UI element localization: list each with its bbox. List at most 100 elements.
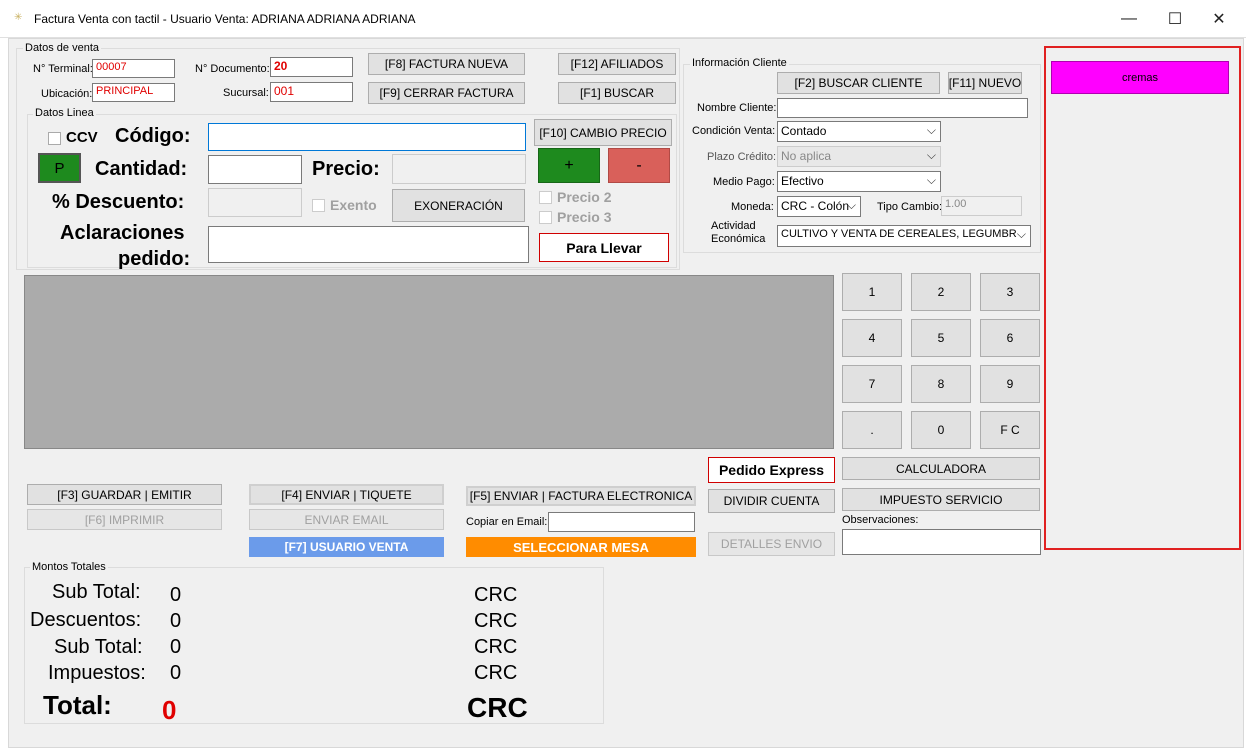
exoneracion-button[interactable]: EXONERACIÓN: [392, 189, 525, 222]
numpad-key-4[interactable]: 4: [842, 319, 902, 357]
impuestos-label: Impuestos:: [48, 662, 146, 684]
ubicacion-field[interactable]: PRINCIPAL: [92, 83, 175, 102]
observaciones-input[interactable]: [842, 529, 1041, 555]
ccv-checkbox[interactable]: [48, 132, 61, 145]
imprimir-button[interactable]: [F6] IMPRIMIR: [27, 509, 222, 530]
subtotal-label: Sub Total:: [52, 581, 141, 603]
condicion-venta-select[interactable]: Contado ⌵: [777, 121, 941, 142]
codigo-input[interactable]: [208, 123, 526, 151]
precio2-checkbox[interactable]: [539, 191, 552, 204]
chevron-down-icon: ⌵: [1016, 227, 1026, 241]
nombre-cliente-label: Nombre Cliente:: [697, 102, 777, 114]
total-value: 0: [162, 695, 177, 725]
impuesto-servicio-button[interactable]: IMPUESTO SERVICIO: [842, 488, 1040, 511]
cliente-label: Información Cliente: [690, 57, 789, 69]
plazo-credito-select[interactable]: No aplica ⌵: [777, 146, 941, 167]
calculadora-button[interactable]: CALCULADORA: [842, 457, 1040, 480]
cantidad-input[interactable]: [208, 155, 302, 184]
numpad-key-1[interactable]: 1: [842, 273, 902, 311]
numpad-key-fc[interactable]: F C: [980, 411, 1040, 449]
buscar-button[interactable]: [F1] BUSCAR: [558, 82, 676, 104]
enviar-tiquete-button[interactable]: [F4] ENVIAR | TIQUETE: [249, 484, 444, 505]
buscar-cliente-button[interactable]: [F2] BUSCAR CLIENTE: [777, 72, 940, 94]
p-button[interactable]: P: [38, 153, 81, 183]
invoice-lines-grid[interactable]: [24, 275, 834, 449]
precio3-label: Precio 3: [557, 209, 612, 225]
numpad-key-9[interactable]: 9: [980, 365, 1040, 403]
afiliados-button[interactable]: [F12] AFILIADOS: [558, 53, 676, 75]
plus-button[interactable]: +: [538, 148, 600, 183]
category-button-cremas[interactable]: cremas: [1051, 61, 1229, 94]
title-bar: ✳ Factura Venta con tactil - Usuario Ven…: [0, 0, 1246, 38]
app-icon: ✳: [14, 12, 23, 23]
impuestos-currency: CRC: [474, 662, 518, 684]
aclaraciones-input[interactable]: [208, 226, 529, 263]
nuevo-cliente-button[interactable]: [F11] NUEVO: [948, 72, 1022, 94]
subtotal2-label: Sub Total:: [54, 636, 143, 658]
tipo-cambio-input[interactable]: 1.00: [941, 196, 1022, 216]
numpad-key-8[interactable]: 8: [911, 365, 971, 403]
numpad-key-7[interactable]: 7: [842, 365, 902, 403]
nombre-cliente-input[interactable]: [777, 98, 1028, 118]
category-panel: [1044, 46, 1241, 550]
documento-field[interactable]: 20: [270, 57, 353, 77]
subtotal2-value: 0: [170, 636, 182, 658]
sucursal-label: Sucursal:: [223, 87, 269, 99]
chevron-down-icon: ⌵: [846, 198, 856, 212]
enviar-email-button[interactable]: ENVIAR EMAIL: [249, 509, 444, 530]
numpad-key-dot[interactable]: .: [842, 411, 902, 449]
seleccionar-mesa-button[interactable]: SELECCIONAR MESA: [466, 537, 696, 557]
cambio-precio-button[interactable]: [F10] CAMBIO PRECIO: [534, 119, 672, 146]
observaciones-label: Observaciones:: [842, 514, 919, 526]
datos-linea-label: Datos Linea: [33, 107, 96, 119]
precio3-checkbox[interactable]: [539, 211, 552, 224]
minus-button[interactable]: -: [608, 148, 670, 183]
subtotal2-currency: CRC: [474, 636, 518, 658]
maximize-button[interactable]: ☐: [1152, 4, 1198, 34]
detalles-envio-button[interactable]: DETALLES ENVIO: [708, 532, 835, 556]
minimize-button[interactable]: —: [1106, 4, 1152, 34]
numpad-key-0[interactable]: 0: [911, 411, 971, 449]
tipo-cambio-label: Tipo Cambio:: [877, 201, 943, 213]
dividir-cuenta-button[interactable]: DIVIDIR CUENTA: [708, 489, 835, 513]
numpad-key-2[interactable]: 2: [911, 273, 971, 311]
close-button[interactable]: ✕: [1196, 4, 1242, 34]
precio-input[interactable]: [392, 154, 526, 184]
actividad-label-1: Actividad: [711, 220, 756, 232]
terminal-field[interactable]: 00007: [92, 59, 175, 78]
para-llevar-button[interactable]: Para Llevar: [539, 233, 669, 262]
moneda-label: Moneda:: [731, 201, 774, 213]
condicion-venta-label: Condición Venta:: [692, 125, 776, 137]
total-currency: CRC: [467, 692, 528, 723]
window-title: Factura Venta con tactil - Usuario Venta…: [34, 12, 416, 26]
pedido-express-button[interactable]: Pedido Express: [708, 457, 835, 483]
chevron-down-icon: ⌵: [926, 123, 936, 137]
usuario-venta-button[interactable]: [F7] USUARIO VENTA: [249, 537, 444, 557]
numpad-key-5[interactable]: 5: [911, 319, 971, 357]
moneda-select[interactable]: CRC - Colón ⌵: [777, 196, 861, 217]
enviar-factura-button[interactable]: [F5] ENVIAR | FACTURA ELECTRONICA: [466, 486, 696, 506]
cerrar-factura-button[interactable]: [F9] CERRAR FACTURA: [368, 82, 525, 104]
medio-pago-label: Medio Pago:: [713, 176, 775, 188]
pedido-label: pedido:: [118, 248, 191, 270]
numpad-key-3[interactable]: 3: [980, 273, 1040, 311]
descuento-input[interactable]: [208, 188, 302, 217]
factura-nueva-button[interactable]: [F8] FACTURA NUEVA: [368, 53, 525, 75]
chevron-down-icon: ⌵: [926, 173, 936, 187]
chevron-down-icon: ⌵: [926, 148, 936, 162]
numpad-key-6[interactable]: 6: [980, 319, 1040, 357]
descuentos-value: 0: [170, 610, 182, 632]
codigo-label: Código:: [115, 125, 191, 147]
sucursal-field[interactable]: 001: [270, 82, 353, 102]
guardar-emitir-button[interactable]: [F3] GUARDAR | EMITIR: [27, 484, 222, 505]
actividad-select[interactable]: CULTIVO Y VENTA DE CEREALES, LEGUMBR ⌵: [777, 225, 1031, 247]
copiar-email-input[interactable]: [548, 512, 695, 532]
exento-label: Exento: [330, 197, 377, 213]
exento-checkbox[interactable]: [312, 199, 325, 212]
aclaraciones-label: Aclaraciones: [60, 222, 185, 244]
medio-pago-value: Efectivo: [781, 174, 824, 188]
medio-pago-select[interactable]: Efectivo ⌵: [777, 171, 941, 192]
documento-label: N° Documento:: [195, 63, 270, 75]
descuentos-currency: CRC: [474, 610, 518, 632]
total-label: Total:: [43, 690, 112, 720]
